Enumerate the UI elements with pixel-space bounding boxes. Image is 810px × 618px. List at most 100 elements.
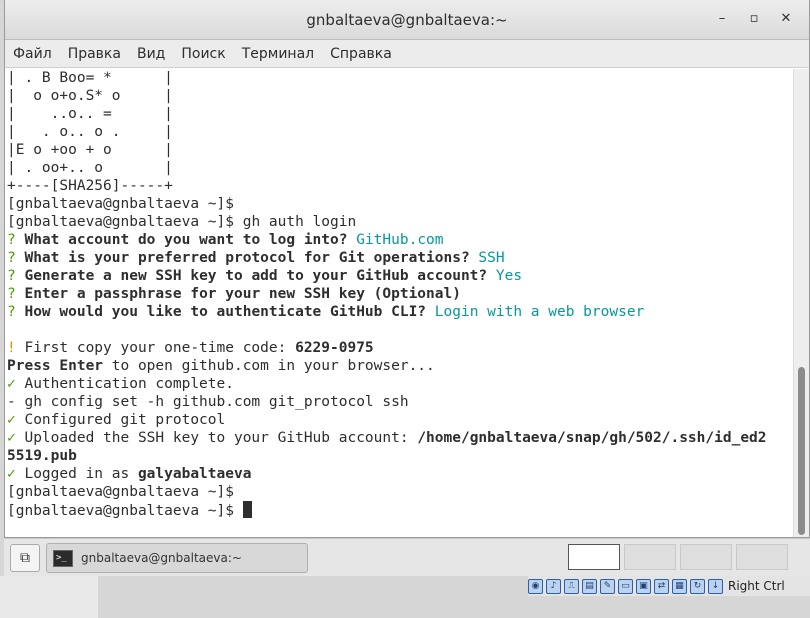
terminal-icon: >_ xyxy=(53,549,73,567)
prompt-line: [gnbaltaeva@gnbaltaeva ~]$ xyxy=(7,195,793,213)
arrow-down-icon[interactable]: ↓ xyxy=(708,578,723,594)
terminal-window: gnbaltaeva@gnbaltaeva:~ – ▫ ✕ Файл Правк… xyxy=(4,0,810,538)
question-mark: ? xyxy=(7,286,16,302)
question-text: What account do you want to log into? xyxy=(24,232,348,248)
check-icon: ✓ xyxy=(7,376,16,392)
randomart-line: | . B Boo= * | xyxy=(7,70,173,86)
menu-help[interactable]: Справка xyxy=(330,46,392,62)
command-line: [gnbaltaeva@gnbaltaeva ~]$ gh auth login xyxy=(7,213,793,231)
check-icon: ✓ xyxy=(7,466,16,482)
status-line: ✓ Configured git protocol xyxy=(7,411,793,429)
menu-terminal[interactable]: Терминал xyxy=(242,46,314,62)
command-text: gh auth login xyxy=(233,214,357,230)
press-enter-line: Press Enter to open github.com in your b… xyxy=(7,357,793,375)
status-line: ✓ Uploaded the SSH key to your GitHub ac… xyxy=(7,429,793,447)
answer-text: SSH xyxy=(478,250,505,266)
question-line: ? Generate a new SSH key to add to your … xyxy=(7,267,793,285)
randomart-line: +----[SHA256]-----+ xyxy=(7,178,173,194)
desktop-icon: ⧉ xyxy=(20,550,30,566)
usb-icon[interactable]: ⎍ xyxy=(564,578,579,594)
question-mark: ? xyxy=(7,232,16,248)
question-line: ? Enter a passphrase for your new SSH ke… xyxy=(7,285,793,303)
question-text: What is your preferred protocol for Git … xyxy=(24,250,470,266)
pencil-icon[interactable]: ✎ xyxy=(600,578,615,594)
scrollbar-thumb[interactable] xyxy=(798,367,805,535)
github-username: galyabaltaeva xyxy=(137,466,252,482)
close-button[interactable]: ✕ xyxy=(777,10,795,28)
prompt-line: [gnbaltaeva@gnbaltaeva ~]$ xyxy=(7,501,793,519)
randomart-line: | . o.. o . | xyxy=(7,124,173,140)
question-line: ? What account do you want to log into? … xyxy=(7,231,793,249)
shell-prompt: [gnbaltaeva@gnbaltaeva ~]$ xyxy=(7,484,234,500)
status-text: Configured git protocol xyxy=(15,412,226,428)
workspace-1[interactable] xyxy=(568,544,620,570)
shared-folder-icon[interactable]: ▤ xyxy=(582,578,597,594)
check-icon: ✓ xyxy=(7,412,16,428)
randomart-line: | o o+o.S* o | xyxy=(7,88,173,104)
randomart-line: | . oo+.. o | xyxy=(7,160,173,176)
dash-mark: - xyxy=(7,394,16,410)
vm-status-area: ◉ ♪ ⎍ ▤ ✎ ▭ ▣ ⇄ ▦ ↻ ↓ Right Ctrl xyxy=(0,576,810,618)
status-line: ✓ Authentication complete. xyxy=(7,375,793,393)
code-text: First copy your one-time code: xyxy=(15,340,296,356)
taskbar: ⧉ >_ gnbaltaeva@gnbaltaeva:~ xyxy=(4,538,810,576)
cd-icon[interactable]: ◉ xyxy=(528,578,543,594)
question-mark: ? xyxy=(7,268,16,284)
scrollbar[interactable] xyxy=(793,69,809,537)
question-text: Enter a passphrase for your new SSH key … xyxy=(24,286,461,302)
network-icon[interactable]: ⇄ xyxy=(654,578,669,594)
status-text: Uploaded the SSH key to your GitHub acco… xyxy=(15,430,418,446)
audio-icon[interactable]: ♪ xyxy=(546,578,561,594)
taskbar-window-label: gnbaltaeva@gnbaltaeva:~ xyxy=(81,551,242,565)
shell-prompt: [gnbaltaeva@gnbaltaeva ~]$ xyxy=(7,214,234,230)
question-mark: ? xyxy=(7,304,16,320)
show-desktop-button[interactable]: ⧉ xyxy=(10,544,40,572)
shell-prompt: [gnbaltaeva@gnbaltaeva ~]$ xyxy=(7,196,234,212)
title-bar[interactable]: gnbaltaeva@gnbaltaeva:~ – ▫ ✕ xyxy=(5,0,809,40)
cpu-icon[interactable]: ▦ xyxy=(672,578,687,594)
maximize-button[interactable]: ▫ xyxy=(745,10,763,28)
shell-prompt: [gnbaltaeva@gnbaltaeva ~]$ xyxy=(7,503,234,519)
display-icon[interactable]: ▭ xyxy=(618,578,633,594)
host-key-label: Right Ctrl xyxy=(728,579,785,593)
check-icon: ✓ xyxy=(7,430,16,446)
menu-view[interactable]: Вид xyxy=(137,46,165,62)
randomart-line: | ..o.. = | xyxy=(7,106,173,122)
status-line: 5519.pub xyxy=(7,447,793,465)
status-line: - gh config set -h github.com git_protoc… xyxy=(7,393,793,411)
press-enter-text: Press Enter xyxy=(7,358,104,374)
workspace-4[interactable] xyxy=(736,544,788,570)
warning-mark: ! xyxy=(7,340,16,356)
ssh-key-path: /home/gnbaltaeva/snap/gh/502/.ssh/id_ed2 xyxy=(417,430,767,446)
workspace-2[interactable] xyxy=(624,544,676,570)
question-text: How would you like to authenticate GitHu… xyxy=(24,304,427,320)
randomart-line: |E o +oo + o | xyxy=(7,142,173,158)
menu-file[interactable]: Файл xyxy=(13,46,52,62)
menu-edit[interactable]: Правка xyxy=(68,46,121,62)
menu-search[interactable]: Поиск xyxy=(181,46,225,62)
minimize-button[interactable]: – xyxy=(713,10,731,28)
taskbar-window-button[interactable]: >_ gnbaltaeva@gnbaltaeva:~ xyxy=(46,543,308,573)
status-text: gh config set -h github.com git_protocol… xyxy=(15,394,409,410)
status-text: Logged in as xyxy=(15,466,138,482)
press-enter-rest: to open github.com in your browser... xyxy=(103,358,435,374)
workspace-3[interactable] xyxy=(680,544,732,570)
answer-text: GitHub.com xyxy=(356,232,444,248)
mouse-integration-icon[interactable]: ↻ xyxy=(690,578,705,594)
ssh-key-path-continued: 5519.pub xyxy=(7,448,77,464)
menu-bar: Файл Правка Вид Поиск Терминал Справка xyxy=(5,40,809,68)
question-line: ? How would you like to authenticate Git… xyxy=(7,303,793,321)
question-line: ? What is your preferred protocol for Gi… xyxy=(7,249,793,267)
one-time-code[interactable]: 6229-0975 xyxy=(295,340,374,356)
prompt-line: [gnbaltaeva@gnbaltaeva ~]$ xyxy=(7,483,793,501)
recording-icon[interactable]: ▣ xyxy=(636,578,651,594)
text-cursor xyxy=(242,501,252,518)
question-mark: ? xyxy=(7,250,16,266)
virtualbox-status-bar: ◉ ♪ ⎍ ▤ ✎ ▭ ▣ ⇄ ▦ ↻ ↓ Right Ctrl xyxy=(528,576,810,596)
desktop-background xyxy=(0,576,98,618)
status-text: Authentication complete. xyxy=(15,376,234,392)
answer-text: Login with a web browser xyxy=(434,304,645,320)
terminal-output[interactable]: | . B Boo= * | | o o+o.S* o | | ..o.. = … xyxy=(5,69,793,537)
answer-text: Yes xyxy=(495,268,523,284)
